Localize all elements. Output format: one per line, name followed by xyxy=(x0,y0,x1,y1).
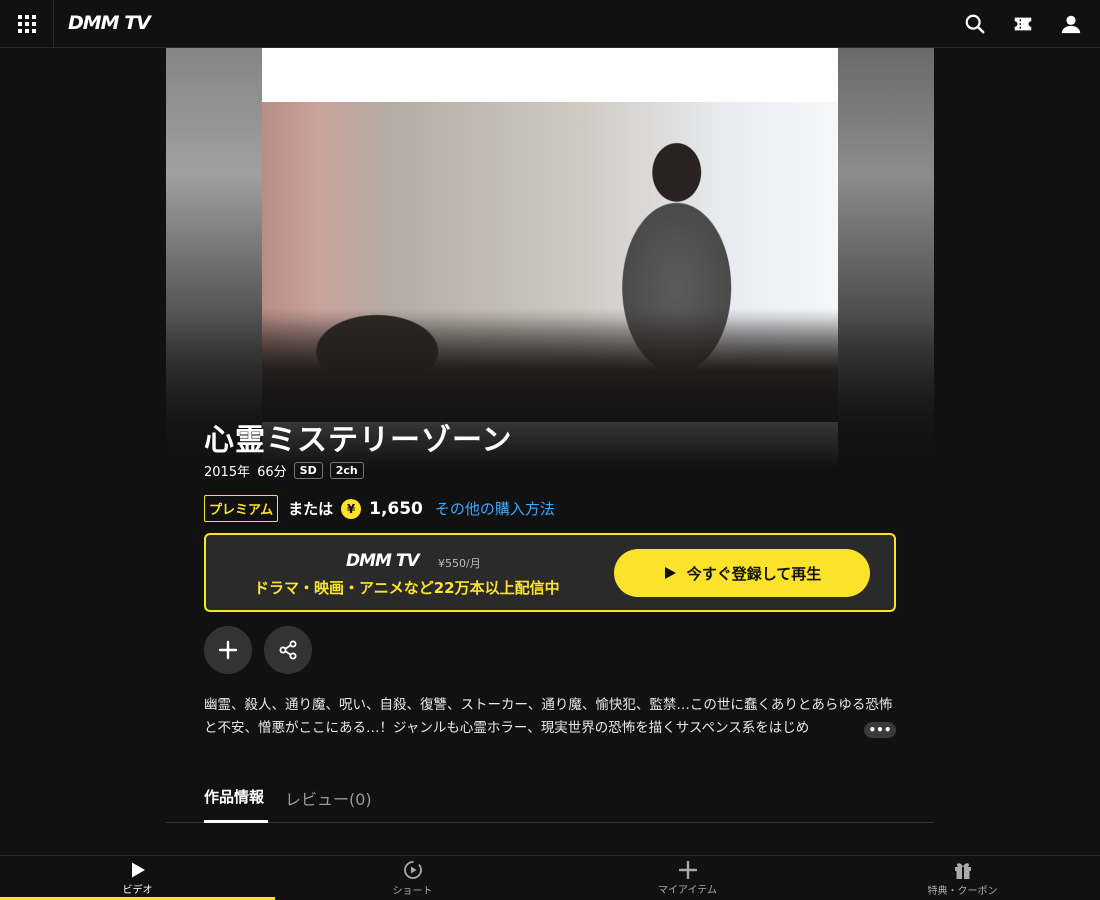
top-bar: DMM TV xyxy=(0,0,1100,48)
user-icon xyxy=(1061,15,1081,34)
expand-synopsis-button[interactable]: ••• xyxy=(864,722,896,738)
cta-label: 今すぐ登録して再生 xyxy=(686,564,822,583)
grid-icon xyxy=(17,15,36,33)
share-icon xyxy=(279,640,297,660)
plus-icon xyxy=(218,640,238,660)
yen-coin-icon: ¥ xyxy=(341,498,362,519)
duration: 66分 xyxy=(257,465,287,480)
nav-my-items[interactable]: マイアイテム xyxy=(550,856,825,900)
header-actions xyxy=(958,0,1088,48)
subscription-promo: DMM TV ¥550/月 ドラマ・映画・アニメなど22万本以上配信中 今すぐ登… xyxy=(204,533,896,612)
register-and-play-button[interactable]: 今すぐ登録して再生 xyxy=(614,549,870,597)
active-tab-indicator xyxy=(204,820,268,823)
nav-video[interactable]: ビデオ xyxy=(0,856,275,900)
dmm-tv-logo[interactable]: DMM TV xyxy=(68,12,151,34)
plus-icon xyxy=(678,860,697,879)
quality-badge: SD xyxy=(293,462,323,479)
other-purchase-methods-link[interactable]: その他の購入方法 xyxy=(435,498,555,519)
audio-badge: 2ch xyxy=(329,462,364,479)
page-title: 心霊ミステリーゾーン xyxy=(204,423,513,458)
content-tabs: 作品情報 レビュー(0) xyxy=(166,780,934,823)
title-meta: 2015年 66分 SD 2ch xyxy=(204,461,364,480)
nav-benefits[interactable]: 特典・クーポン xyxy=(825,856,1100,900)
tab-info[interactable]: 作品情報 xyxy=(204,786,264,807)
bottom-navigation: ビデオ ショート マイアイテム 特典・クーポン xyxy=(0,855,1100,900)
release-year: 2015年 xyxy=(204,465,251,480)
search-button[interactable] xyxy=(958,7,992,41)
ticket-button[interactable] xyxy=(1006,7,1040,41)
or-label: または xyxy=(288,500,334,518)
nav-my-items-label: マイアイテム xyxy=(658,884,717,896)
gift-icon xyxy=(954,862,971,879)
search-icon xyxy=(965,14,985,34)
tab-review[interactable]: レビュー(0) xyxy=(285,786,372,810)
nav-short[interactable]: ショート xyxy=(275,856,550,900)
synopsis: 幽霊、殺人、通り魔、呪い、自殺、復讐、ストーカー、通り魔、愉快犯、監禁…この世に… xyxy=(204,697,893,736)
menu-button[interactable] xyxy=(0,0,54,48)
price-row: プレミアム または ¥ 1,650 その他の購入方法 xyxy=(204,495,555,522)
play-icon xyxy=(131,862,145,877)
purchase-price: 1,650 xyxy=(369,498,423,519)
short-play-icon xyxy=(403,860,422,879)
ticket-icon xyxy=(1014,17,1032,31)
promo-monthly-price: ¥550/月 xyxy=(438,557,481,570)
promo-description: ドラマ・映画・アニメなど22万本以上配信中 xyxy=(254,579,560,597)
add-to-list-button[interactable] xyxy=(204,626,252,674)
nav-benefits-label: 特典・クーポン xyxy=(927,885,998,897)
account-button[interactable] xyxy=(1054,7,1088,41)
nav-short-label: ショート xyxy=(392,885,433,897)
promo-logo: DMM TV xyxy=(346,551,420,571)
share-button[interactable] xyxy=(264,626,312,674)
play-icon xyxy=(664,567,676,579)
nav-video-label: ビデオ xyxy=(122,884,153,896)
hero-image xyxy=(166,48,934,468)
premium-badge: プレミアム xyxy=(204,495,279,522)
